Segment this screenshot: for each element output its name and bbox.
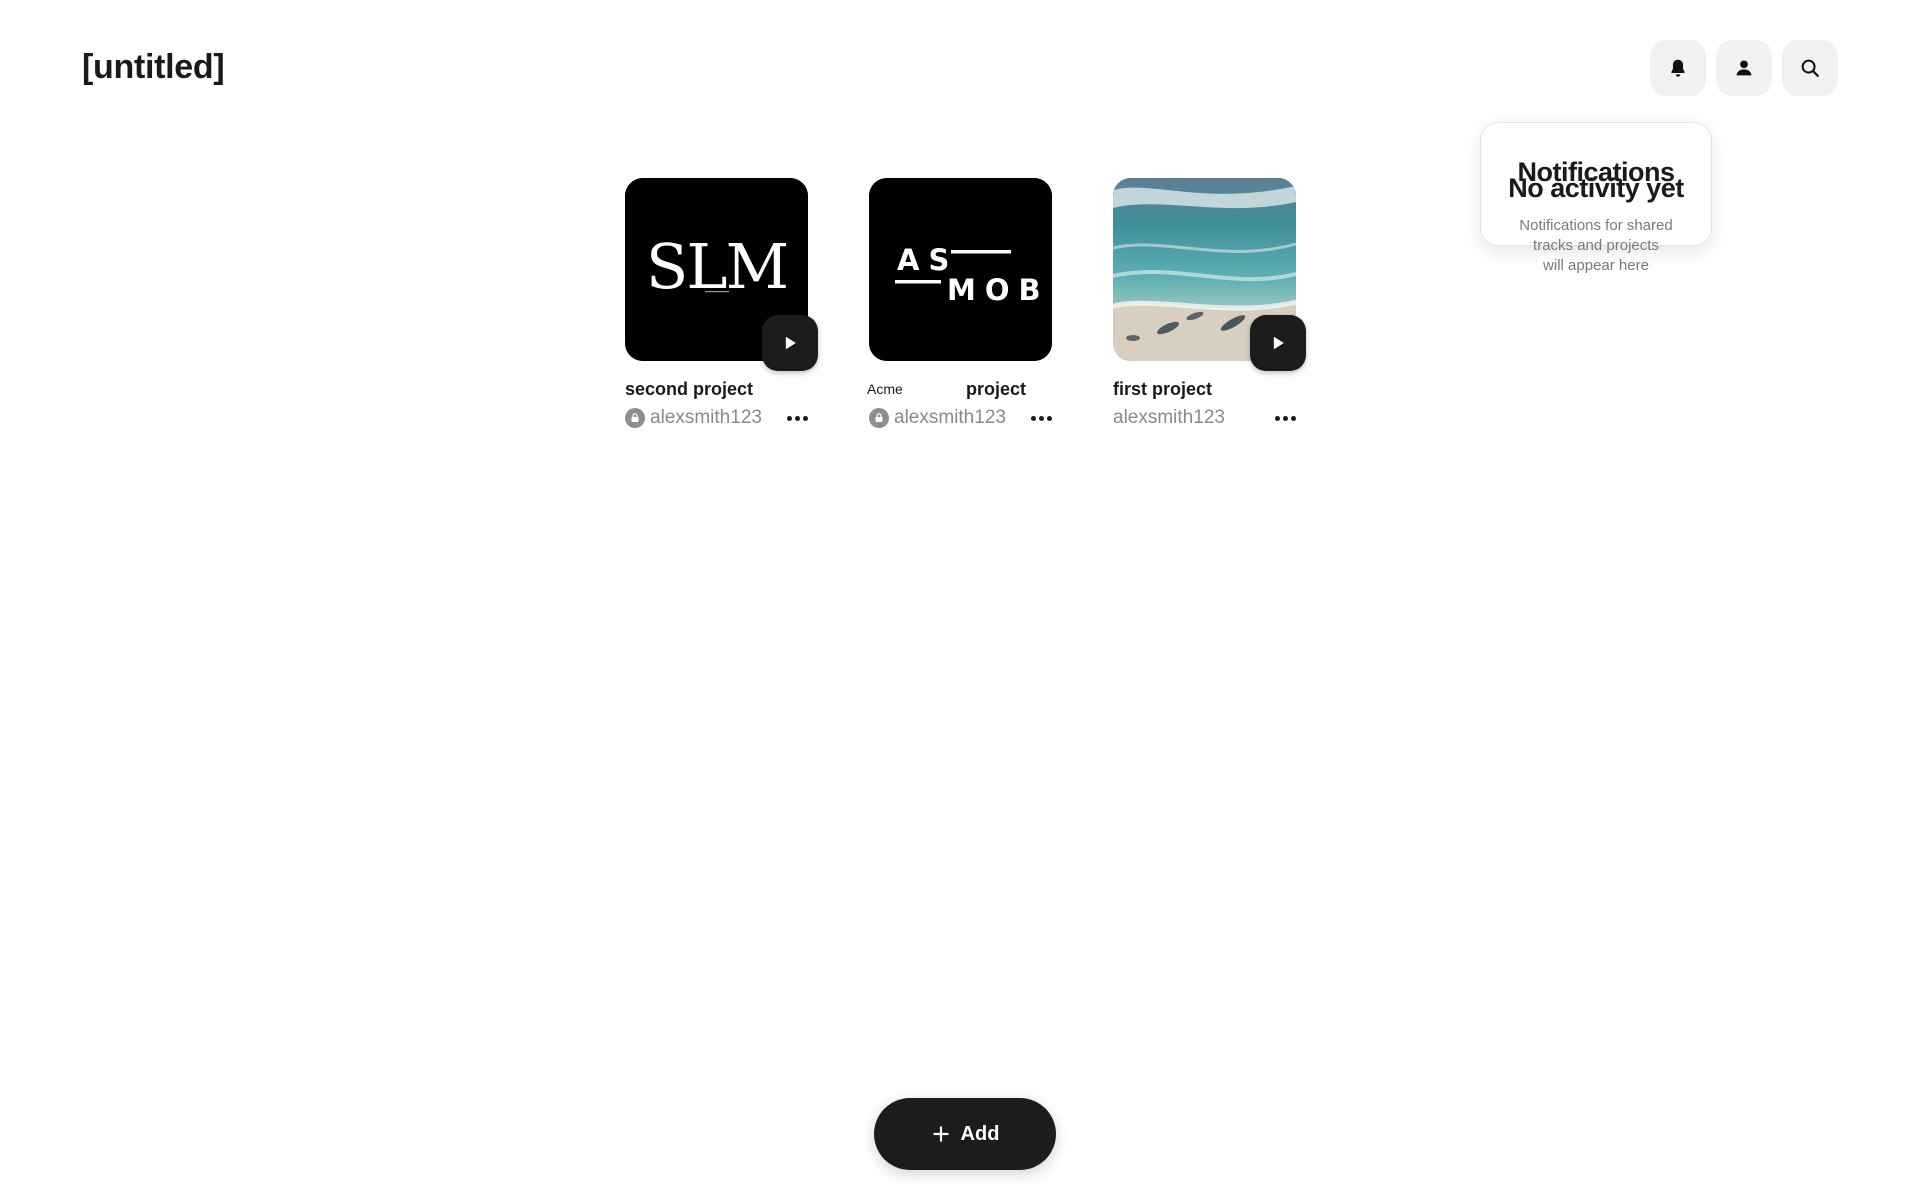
project-meta: alexsmith123 <box>869 407 1052 429</box>
more-options-button[interactable] <box>1023 412 1052 425</box>
project-card-second-project[interactable]: SLM second project alexsmith123 <box>625 178 818 429</box>
dot <box>787 415 792 421</box>
dot <box>803 415 808 421</box>
project-tag: Acme <box>867 381 903 397</box>
project-title[interactable]: first project <box>1113 379 1296 400</box>
dot <box>1275 415 1280 421</box>
lock-icon <box>869 408 889 428</box>
project-artwork[interactable]: SLM <box>625 178 818 371</box>
projects-page: [untitled] Notifications No activity yet… <box>0 0 1920 1200</box>
project-title[interactable]: second project <box>625 379 808 400</box>
plus-icon <box>932 1126 949 1142</box>
notifications-empty-message: Notifications for shared tracks and proj… <box>1519 217 1673 274</box>
project-title[interactable]: project <box>966 379 1026 400</box>
asmob-logo-artwork: AS MOB <box>869 178 1052 361</box>
project-owner[interactable]: alexsmith123 <box>1113 407 1225 429</box>
project-grid: SLM second project alexsmith123 AS MOB A… <box>625 178 1306 429</box>
search-icon <box>1801 59 1819 77</box>
header-actions <box>1650 40 1838 96</box>
dot <box>1047 415 1052 421</box>
play-icon <box>785 336 796 350</box>
project-meta: alexsmith123 <box>1113 407 1296 429</box>
add-button[interactable]: Add <box>874 1098 1056 1170</box>
project-owner[interactable]: alexsmith123 <box>650 407 762 429</box>
bell-icon <box>1671 59 1685 77</box>
more-options-button[interactable] <box>1267 412 1296 425</box>
project-owner[interactable]: alexsmith123 <box>894 407 1006 429</box>
more-options-button[interactable] <box>779 412 808 425</box>
artwork-text-line2: MOB <box>947 273 1050 307</box>
page-title: [untitled] <box>82 48 225 86</box>
notifications-empty-heading: No activity yet <box>1508 173 1684 203</box>
dot <box>795 415 800 421</box>
add-button-label: Add <box>960 1122 1000 1145</box>
project-meta: alexsmith123 <box>625 407 808 429</box>
dot <box>1283 415 1288 421</box>
dot <box>1039 415 1044 421</box>
artwork-text-line1: AS <box>897 243 958 277</box>
project-card-acme-project[interactable]: AS MOB Acme project alexsmith123 <box>867 178 1052 429</box>
dot <box>1291 415 1296 421</box>
project-card-first-project[interactable]: first project alexsmith123 <box>1113 178 1306 429</box>
play-icon <box>1273 336 1284 350</box>
user-icon <box>1736 60 1752 76</box>
search-button[interactable] <box>1782 40 1838 96</box>
play-button[interactable] <box>762 315 818 371</box>
dot <box>1031 415 1036 421</box>
project-artwork[interactable] <box>1113 178 1306 371</box>
notifications-button[interactable] <box>1650 40 1706 96</box>
profile-button[interactable] <box>1716 40 1772 96</box>
project-artwork[interactable]: AS MOB <box>869 178 1052 361</box>
lock-icon <box>625 408 645 428</box>
play-button[interactable] <box>1250 315 1306 371</box>
